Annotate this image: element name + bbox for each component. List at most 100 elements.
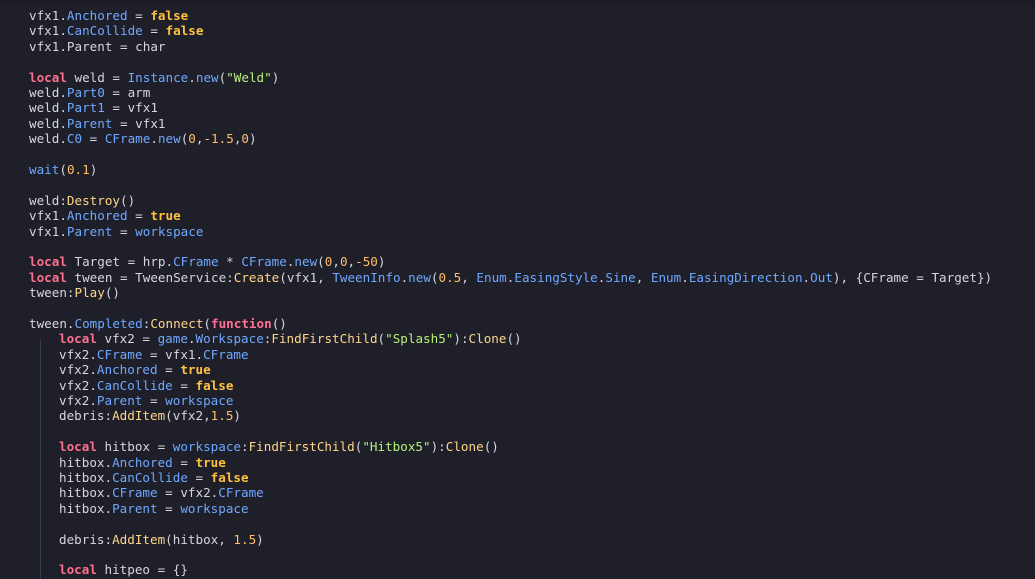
code-line[interactable]: local vfx2 = game.Workspace:FindFirstChi…: [59, 331, 522, 346]
code-token: 0: [188, 131, 196, 147]
code-token: (): [483, 439, 499, 455]
code-line[interactable]: wait(0.1): [29, 162, 97, 177]
code-line[interactable]: local tween = TweenService:Create(vfx1, …: [29, 270, 992, 285]
code-token: local: [59, 439, 97, 455]
code-line[interactable]: vfx2.CanCollide = false: [59, 378, 233, 393]
code-token: = vfx1: [112, 115, 166, 131]
code-token: CanCollide: [66, 23, 143, 39]
code-token: hitbox =: [96, 439, 173, 455]
code-token: 0: [339, 254, 348, 270]
code-token: true: [195, 454, 226, 470]
code-token: false: [150, 8, 189, 23]
code-token: tween = TweenService:: [66, 269, 234, 285]
code-line[interactable]: vfx1.CanCollide = false: [29, 23, 203, 38]
code-line[interactable]: tween:Play(): [29, 285, 120, 300]
code-line[interactable]: vfx1.Anchored = false: [29, 8, 188, 23]
code-token: Connect: [150, 316, 204, 331]
code-token: hitbox.: [59, 454, 113, 470]
code-token: -1.5: [203, 131, 234, 147]
code-token: Create: [233, 269, 280, 285]
code-token: (hitbox,: [165, 531, 234, 547]
code-line[interactable]: local hitbox = workspace:FindFirstChild (…: [59, 439, 499, 454]
code-line[interactable]: weld.C0 = CFrame.new(0,-1.5,0): [29, 131, 257, 146]
code-token: Part0: [66, 85, 105, 100]
code-token: (): [506, 331, 522, 347]
indent-guide: [40, 339, 41, 579]
code-line[interactable]: hitbox.CFrame = vfx2.CFrame: [59, 485, 264, 500]
code-token: debris:: [59, 531, 113, 547]
code-token: workspace: [135, 223, 204, 239]
code-token: Anchored: [66, 8, 128, 23]
code-token: new: [408, 269, 431, 285]
code-token: FindFirstChild: [248, 439, 355, 455]
code-token: ): [249, 131, 257, 147]
code-token: new: [157, 131, 181, 147]
code-token: false: [210, 470, 249, 485]
code-line[interactable]: tween.Completed:Connect(function(): [29, 316, 287, 331]
code-line[interactable]: weld.Part1 = vfx1: [29, 100, 158, 115]
code-token: Clone: [468, 331, 507, 347]
code-line[interactable]: debris:AddItem(hitbox, 1.5): [59, 532, 264, 547]
code-token: workspace: [180, 500, 249, 516]
code-line[interactable]: hitbox.Parent = workspace: [59, 501, 249, 516]
code-line[interactable]: vfx2.Parent = workspace: [59, 393, 233, 408]
code-token: CFrame: [96, 346, 143, 362]
code-token: Parent: [112, 500, 158, 516]
code-line[interactable]: vfx2.Anchored = true: [59, 362, 211, 377]
code-token: "Weld": [226, 69, 272, 85]
code-token: new: [294, 254, 318, 270]
code-token: vfx2 =: [96, 331, 158, 347]
code-token: =: [112, 223, 136, 239]
code-token: Parent: [96, 393, 143, 408]
code-line[interactable]: vfx2.CFrame = vfx1.CFrame: [59, 347, 249, 362]
code-token: CFrame: [104, 131, 151, 147]
code-token: Play: [74, 285, 105, 301]
code-token: weld =: [66, 69, 128, 85]
code-token: ): [377, 254, 386, 270]
code-token: Completed: [74, 316, 143, 331]
code-token: AddItem: [112, 531, 166, 547]
code-token: AddItem: [112, 408, 166, 424]
code-line[interactable]: vfx1.Anchored = true: [29, 208, 181, 223]
code-token: (: [59, 162, 67, 177]
code-line[interactable]: weld.Parent = vfx1: [29, 116, 166, 131]
code-token: =: [157, 362, 181, 378]
code-token: Clone: [445, 439, 484, 455]
code-token: 0: [241, 131, 249, 147]
code-token: ), {CFrame = Target}): [832, 269, 993, 285]
code-line[interactable]: local Target = hrp.CFrame * CFrame.new(0…: [29, 254, 385, 269]
code-token: EasingDirection: [688, 269, 803, 285]
code-line[interactable]: debris:AddItem(vfx2,1.5): [59, 408, 241, 423]
code-line[interactable]: vfx1.Parent = char: [29, 39, 165, 54]
code-token: ): [233, 408, 241, 424]
tab-strip: [0, 0, 1035, 5]
code-line[interactable]: hitbox.CanCollide = false: [59, 470, 249, 485]
code-token: =: [157, 500, 181, 516]
code-token: new: [195, 69, 219, 85]
code-token: (: [430, 269, 439, 285]
code-token: CFrame: [112, 485, 158, 501]
code-token: 1.5: [233, 531, 257, 547]
code-token: Target = hrp.: [66, 254, 174, 270]
code-token: TweenInfo: [332, 269, 401, 285]
code-token: Instance: [127, 69, 189, 85]
code-line[interactable]: weld.Part0 = arm: [29, 85, 150, 100]
code-token: "Hitbox5": [362, 439, 431, 455]
code-token: Anchored: [112, 454, 173, 470]
code-token: ):: [453, 331, 469, 347]
code-token: Anchored: [96, 362, 158, 378]
code-token: CFrame: [241, 254, 287, 270]
code-line[interactable]: vfx1.Parent = workspace: [29, 224, 203, 239]
code-token: CanCollide: [112, 470, 188, 485]
code-line[interactable]: weld:Destroy(): [29, 193, 135, 208]
code-line[interactable]: local weld = Instance.new("Weld"): [29, 70, 279, 85]
code-token: FindFirstChild: [271, 331, 378, 347]
code-token: local: [29, 269, 67, 285]
code-line[interactable]: local hitpeo = {}: [59, 562, 188, 577]
code-token: *: [218, 254, 242, 270]
code-token: Sine: [605, 269, 636, 285]
code-line[interactable]: hitbox.Anchored = true: [59, 455, 226, 470]
code-token: ,: [461, 269, 477, 285]
code-token: vfx1.: [29, 223, 67, 239]
code-token: Parent: [66, 223, 113, 239]
